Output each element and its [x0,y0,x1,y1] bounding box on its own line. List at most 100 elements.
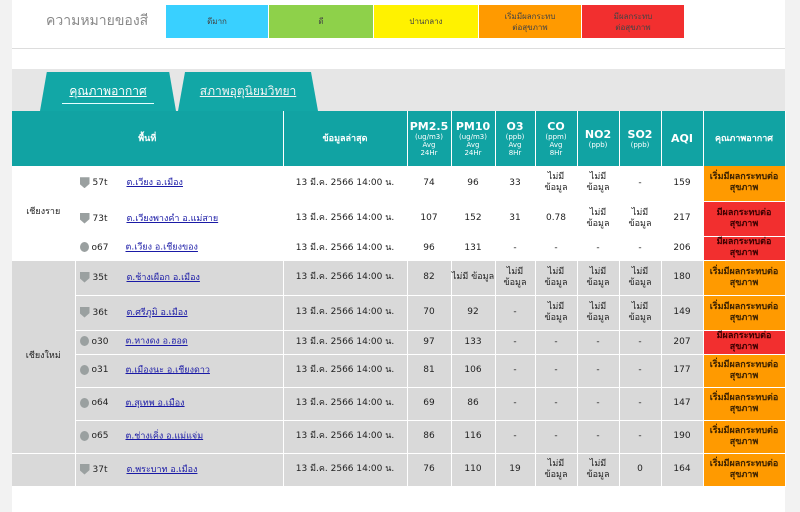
station-area-link[interactable]: ต.เมืองนะ อ.เชียงดาว [126,365,210,375]
pm10-value: 96 [451,166,496,202]
quality-status: เริ่มมีผลกระทบต่อสุขภาพ [703,260,786,296]
pm25-value: 81 [407,354,452,388]
pm10-value: 133 [451,330,496,355]
co-label: CO [547,120,565,133]
tab-meteorology[interactable]: สภาพอุตุนิยมวิทยา [178,72,318,111]
station-id: o31 [91,365,109,376]
station-cell: 35t ต.ช้างเผือก อ.เมือง [75,260,284,296]
co-hr: 8Hr [549,149,563,157]
pm10-value: 110 [451,453,496,487]
province-cell: เชียงราย [12,166,76,261]
station-area-link[interactable]: ต.เวียง อ.เชียงของ [126,243,198,253]
table-row: o30 ต.หางดง อ.ฮอด 13 มี.ค. 2566 14:00 น. 97… [12,330,786,355]
station-id: 36t [92,307,108,318]
aqi-label: AQI [671,132,693,145]
tab-meteorology-label: สภาพอุตุนิยมวิทยา [199,84,297,98]
station-area-link[interactable]: ต.ช้างเผือก อ.เมือง [127,273,200,283]
col-aqi: AQI [661,111,704,166]
pm10-unit: (ug/m3) [459,133,487,141]
col-latest: ข้อมูลล่าสุด [283,111,408,166]
station-id: 37t [92,464,108,475]
tab-air-quality[interactable]: คุณภาพอากาศ [40,72,176,111]
no2-value: ไม่มี ข้อมูล [577,166,620,202]
station-id: 57t [92,178,108,189]
latest-time: 13 มี.ค. 2566 14:00 น. [283,260,408,296]
so2-value: - [619,420,662,454]
table-row: เชียงใหม่ 35t ต.ช้างเผือก อ.เมือง 13 มี.ค. … [12,260,786,454]
aqi-value: 207 [661,330,704,355]
station-cell: 37t ต.พระบาท อ.เมือง [75,453,284,487]
station-id: o30 [91,336,109,347]
o3-value: - [495,295,536,331]
table-header-row: พื้นที่ ข้อมูลล่าสุด PM2.5 (ug/m3) Avg 2… [12,111,786,166]
so2-value: ไม่มี ข้อมูล [619,295,662,331]
col-co: CO (ppm) Avg 8Hr [535,111,578,166]
station-area-link[interactable]: ต.หางดง อ.ฮอด [126,337,188,347]
latest-time: 13 มี.ค. 2566 14:00 น. [283,453,408,487]
pm25-value: 86 [407,420,452,454]
station-id: 35t [92,272,108,283]
quality-status: มีผลกระทบต่อสุขภาพ [703,236,786,261]
no2-value: - [577,420,620,454]
legend-moderate: ปานกลาง [374,5,478,38]
latest-time: 13 มี.ค. 2566 14:00 น. [283,420,408,454]
legend-title: ความหมายของสี [46,13,149,29]
station-id: o67 [91,242,109,253]
table-body: เชียงราย 57t ต.เวียง อ.เมือง 13 มี.ค. 2566 … [12,166,786,487]
station-area-link[interactable]: ต.ช่างเคิ่ง อ.แม่แจ่ม [126,431,204,441]
station-cell: 57t ต.เวียง อ.เมือง [75,166,284,202]
co-value: - [535,236,578,261]
pm25-hr: 24Hr [420,149,438,157]
so2-value: - [619,387,662,421]
station-area-link[interactable]: ต.เวียงพางคำ อ.แม่สาย [127,214,219,224]
pm25-value: 96 [407,236,452,261]
o3-value: 31 [495,201,536,237]
aqi-value: 177 [661,354,704,388]
station-area-link[interactable]: ต.พระบาท อ.เมือง [127,465,198,475]
pm10-value: 131 [451,236,496,261]
station-cell: 73t ต.เวียงพางคำ อ.แม่สาย [75,201,284,237]
shield-icon [79,306,90,318]
pm10-avg: Avg [466,141,480,149]
no2-value: - [577,330,620,355]
co-value: ไม่มี ข้อมูล [535,260,578,296]
col-so2: SO2 (ppb) [619,111,662,166]
pm10-value: ไม่มี ข้อมูล [451,260,496,296]
quality-status: มีผลกระทบต่อสุขภาพ [703,201,786,237]
station-area-link[interactable]: ต.เวียง อ.เมือง [127,178,183,188]
aqi-value: 159 [661,166,704,202]
so2-unit: (ppb) [630,141,650,149]
co-value: - [535,354,578,388]
aqi-value: 149 [661,295,704,331]
pm25-value: 97 [407,330,452,355]
no2-value: - [577,236,620,261]
pm10-value: 92 [451,295,496,331]
no2-unit: (ppb) [588,141,608,149]
pm25-value: 74 [407,166,452,202]
pm25-unit: (ug/m3) [415,133,443,141]
aqi-value: 217 [661,201,704,237]
station-cell: o64 ต.สุเทพ อ.เมือง [75,387,284,421]
station-area-link[interactable]: ต.สุเทพ อ.เมือง [126,398,185,408]
col-o3: O3 (ppb) Avg 8Hr [495,111,536,166]
table-row: o65 ต.ช่างเคิ่ง อ.แม่แจ่ม 13 มี.ค. 2566 14… [12,420,786,454]
table-row: 73t ต.เวียงพางคำ อ.แม่สาย 13 มี.ค. 2566 14… [12,201,786,237]
aqi-value: 206 [661,236,704,261]
so2-value: ไม่มี ข้อมูล [619,260,662,296]
shield-icon [79,271,90,283]
o3-avg: Avg [508,141,522,149]
no2-value: ไม่มี ข้อมูล [577,453,620,487]
aqi-value: 190 [661,420,704,454]
aqi-value: 147 [661,387,704,421]
no2-label: NO2 [584,128,612,141]
station-area-link[interactable]: ต.ศรีภูมิ อ.เมือง [127,308,188,318]
pm25-value: 76 [407,453,452,487]
station-id: o64 [91,398,109,409]
table-row: o31 ต.เมืองนะ อ.เชียงดาว 13 มี.ค. 2566 14:… [12,354,786,388]
station-cell: o31 ต.เมืองนะ อ.เชียงดาว [75,354,284,388]
pm25-value: 69 [407,387,452,421]
table-row: 36t ต.ศรีภูมิ อ.เมือง 13 มี.ค. 2566 14:00 … [12,295,786,331]
so2-label: SO2 [627,128,653,141]
latest-time: 13 มี.ค. 2566 14:00 น. [283,236,408,261]
station-cell: o30 ต.หางดง อ.ฮอด [75,330,284,355]
